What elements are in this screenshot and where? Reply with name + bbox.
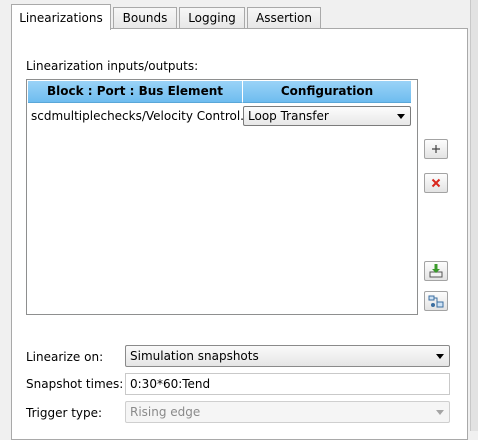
io-table[interactable]: Block : Port : Bus Element Configuration…	[26, 79, 418, 315]
table-cell-block[interactable]: scdmultiplechecks/Velocity Control...	[31, 104, 243, 128]
configuration-value: Loop Transfer	[248, 109, 329, 123]
chevron-down-icon	[397, 114, 405, 119]
tab-bounds[interactable]: Bounds	[113, 7, 177, 29]
add-icon	[432, 145, 440, 153]
tab-assertion[interactable]: Assertion	[247, 7, 321, 29]
remove-button[interactable]	[424, 173, 448, 193]
highlight-button[interactable]	[424, 291, 448, 311]
window-edge	[470, 0, 478, 431]
tab-label: Bounds	[122, 11, 168, 25]
trigger-type-value: Rising edge	[130, 405, 201, 419]
tab-logging[interactable]: Logging	[179, 7, 245, 29]
chevron-down-icon	[436, 354, 444, 359]
import-button[interactable]	[424, 261, 448, 281]
snapshot-times-value: 0:30*60:Tend	[130, 377, 211, 391]
linearize-on-label: Linearize on:	[26, 350, 104, 364]
highlight-icon	[428, 295, 444, 308]
column-header-block[interactable]: Block : Port : Bus Element	[28, 81, 243, 103]
trigger-type-label: Trigger type:	[26, 406, 103, 420]
tab-label: Linearizations	[19, 11, 103, 25]
io-section-title: Linearization inputs/outputs:	[26, 59, 199, 73]
tab-label: Assertion	[255, 11, 312, 25]
linearize-on-value: Simulation snapshots	[130, 349, 259, 363]
configuration-dropdown[interactable]: Loop Transfer	[243, 106, 411, 126]
delete-icon	[431, 178, 441, 188]
column-header-configuration[interactable]: Configuration	[243, 81, 411, 103]
import-icon	[429, 264, 443, 278]
chevron-down-icon	[436, 410, 444, 415]
trigger-type-dropdown: Rising edge	[125, 401, 450, 423]
snapshot-times-input[interactable]: 0:30*60:Tend	[125, 373, 450, 395]
add-button[interactable]	[424, 139, 448, 159]
tab-linearizations[interactable]: Linearizations	[11, 4, 111, 30]
tab-label: Logging	[188, 11, 236, 25]
linearize-on-dropdown[interactable]: Simulation snapshots	[125, 345, 450, 367]
snapshot-times-label: Snapshot times:	[26, 377, 124, 391]
